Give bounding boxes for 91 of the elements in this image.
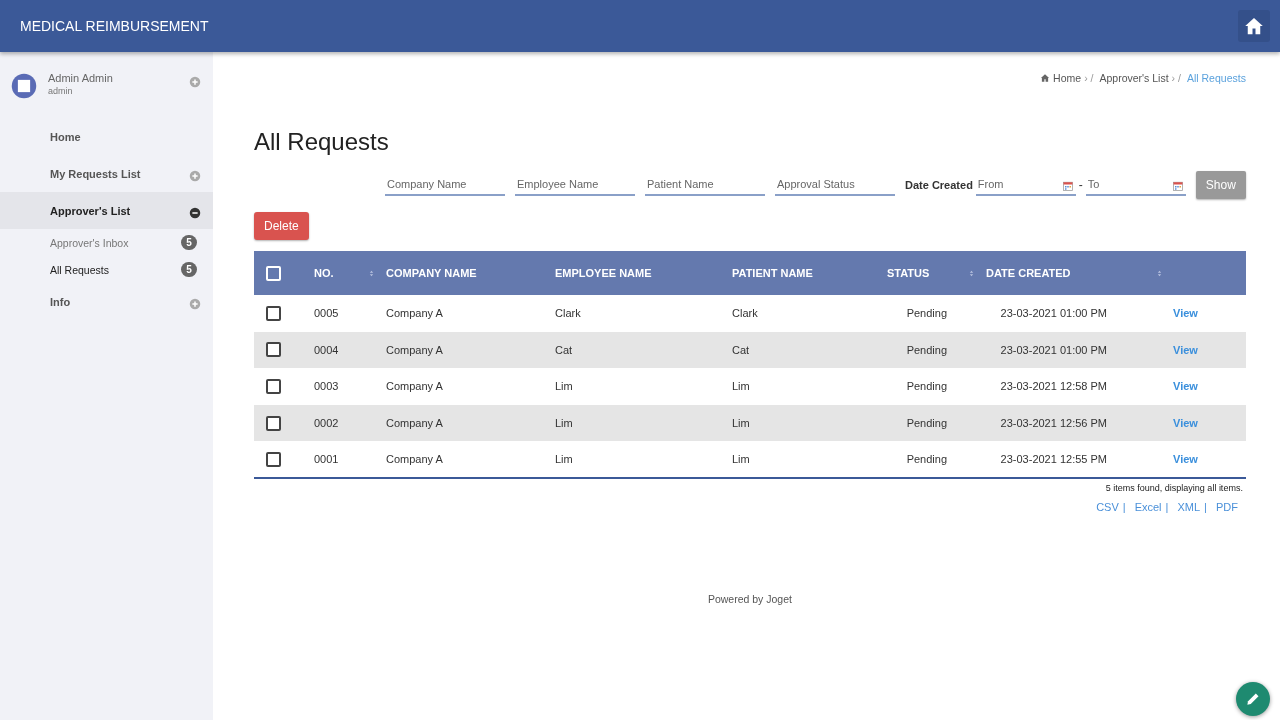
breadcrumb-link[interactable]: Approver's List — [1099, 72, 1169, 84]
count-badge: 5 — [181, 235, 197, 250]
export-separator: | — [1204, 500, 1207, 513]
table-cell: Company A — [386, 380, 443, 393]
result-summary: 5 items found, displaying all items. — [1105, 482, 1243, 493]
table-cell: Company A — [386, 307, 443, 320]
sort-icon — [1155, 268, 1164, 278]
table-cell: Pending — [906, 417, 947, 430]
filter-label: Date Created — [905, 179, 973, 191]
table-cell: Cat — [732, 343, 750, 356]
table-cell: Company A — [386, 343, 443, 356]
breadcrumb-separator: › / — [1084, 72, 1094, 84]
range-dash: - — [1078, 178, 1083, 192]
checkbox[interactable] — [266, 379, 281, 394]
view-link[interactable]: View — [1173, 343, 1198, 356]
table-cell: Clark — [732, 307, 758, 320]
plus-icon — [189, 76, 201, 88]
table-cell: 0004 — [314, 343, 339, 356]
export-separator: | — [1122, 500, 1126, 513]
table-cell: 23-03-2021 01:00 PM — [1000, 307, 1107, 320]
show-button[interactable]: Show — [1195, 171, 1246, 199]
nav-item[interactable]: Approver's List — [0, 192, 213, 229]
nav-subitem[interactable]: All Requests 5 — [0, 256, 213, 283]
table-cell: 23-03-2021 12:56 PM — [1000, 417, 1107, 430]
nav-item[interactable]: Info — [0, 283, 213, 320]
breadcrumb-link[interactable]: All Requests — [1186, 72, 1246, 84]
column-header[interactable]: COMPANY NAME — [386, 267, 553, 279]
table-cell: Pending — [906, 307, 947, 320]
checkbox[interactable] — [266, 451, 281, 467]
avatar-icon — [10, 72, 38, 100]
sort-icon — [967, 268, 976, 278]
app-title: MEDICAL REIMBURSEMENT — [20, 18, 209, 34]
view-link[interactable]: View — [1173, 307, 1198, 320]
view-link[interactable]: View — [1173, 380, 1198, 393]
calendar-icon — [1171, 180, 1184, 192]
column-header[interactable]: NO. — [314, 267, 384, 279]
table-cell: Pending — [906, 343, 947, 356]
table-cell: Lim — [732, 417, 750, 430]
column-header[interactable]: PATIENT NAME — [732, 267, 885, 279]
checkbox[interactable] — [266, 305, 281, 321]
filter-field[interactable]: Company Name — [385, 174, 505, 196]
export-link[interactable]: PDF — [1215, 500, 1238, 513]
checkbox[interactable] — [266, 415, 281, 431]
table-cell: Lim — [555, 453, 573, 466]
table-cell: 23-03-2021 12:58 PM — [1000, 380, 1107, 393]
calendar-icon — [1061, 180, 1074, 192]
table-cell: Lim — [555, 380, 573, 393]
nav-item[interactable]: Home — [0, 118, 213, 155]
table-cell: 0002 — [314, 417, 339, 430]
table-cell: 0003 — [314, 380, 339, 393]
home-icon — [1040, 73, 1051, 83]
table-cell: Company A — [386, 417, 443, 430]
table-cell: Clark — [555, 307, 581, 320]
table-cell: Lim — [555, 417, 573, 430]
table-cell: Company A — [386, 453, 443, 466]
table-cell: 0001 — [314, 453, 339, 466]
table-cell: 23-03-2021 12:55 PM — [1000, 453, 1107, 466]
nav-item[interactable]: My Requests List — [0, 155, 213, 192]
filter-field[interactable]: Patient Name — [645, 174, 765, 196]
count-badge: 5 — [181, 262, 197, 277]
checkbox[interactable] — [266, 342, 281, 358]
table-cell: Cat — [555, 343, 573, 356]
page-title: All Requests — [254, 128, 390, 156]
export-separator: | — [1165, 500, 1169, 513]
column-header[interactable]: STATUS — [887, 267, 984, 279]
view-link[interactable]: View — [1173, 417, 1198, 430]
filter-field[interactable]: Approval Status — [775, 174, 895, 196]
filter-field[interactable]: Employee Name — [515, 174, 635, 196]
home-button[interactable] — [1238, 10, 1270, 42]
edit-button[interactable] — [1236, 682, 1270, 716]
table-cell: 0005 — [314, 307, 339, 320]
delete-button[interactable]: Delete — [254, 212, 309, 240]
table-cell: 23-03-2021 01:00 PM — [1000, 343, 1107, 356]
column-header[interactable]: EMPLOYEE NAME — [555, 267, 730, 279]
table-cell: Pending — [906, 380, 947, 393]
view-link[interactable]: View — [1173, 453, 1198, 466]
breadcrumb-link[interactable]: Home — [1053, 72, 1082, 84]
sort-icon — [367, 268, 376, 278]
table-cell: Pending — [906, 453, 947, 466]
export-link[interactable]: Excel — [1134, 500, 1162, 513]
table-cell: Lim — [732, 453, 750, 466]
table-cell: Lim — [732, 380, 750, 393]
breadcrumb-separator: › / — [1171, 72, 1181, 84]
user-id: admin — [48, 86, 74, 96]
nav-subitem[interactable]: Approver's Inbox 5 — [0, 229, 213, 256]
column-header[interactable]: DATE CREATED — [986, 267, 1172, 279]
home-icon — [1244, 16, 1264, 36]
export-link[interactable]: XML — [1177, 500, 1201, 513]
footer-text: Powered by Joget — [707, 592, 792, 605]
user-name: Admin Admin — [48, 72, 114, 84]
export-link[interactable]: CSV — [1096, 500, 1119, 513]
